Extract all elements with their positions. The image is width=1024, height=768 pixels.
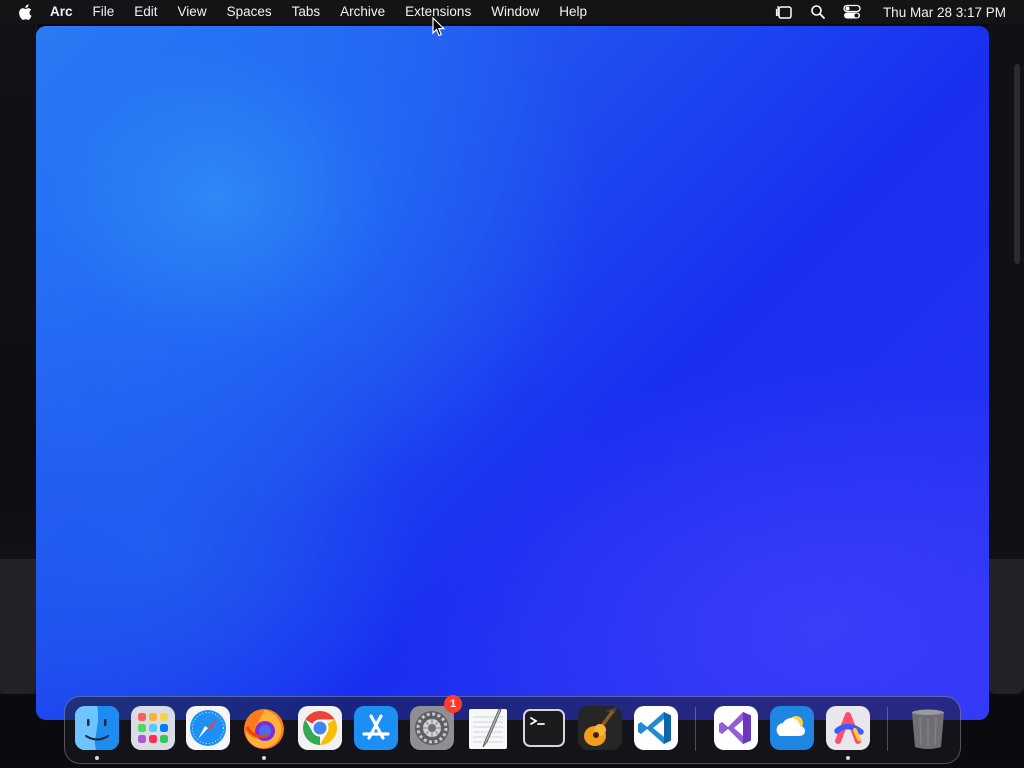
arc-icon <box>826 706 870 750</box>
menu-view[interactable]: View <box>168 0 217 24</box>
dock-safari[interactable] <box>185 705 231 751</box>
background-window-right <box>988 24 1024 694</box>
apple-menu-icon[interactable] <box>18 3 34 21</box>
menu-edit[interactable]: Edit <box>124 0 167 24</box>
menu-spaces[interactable]: Spaces <box>217 0 282 24</box>
launchpad-icon <box>131 706 175 750</box>
dock-chrome[interactable] <box>297 705 343 751</box>
dock-launchpad[interactable] <box>130 705 176 751</box>
dock-textedit[interactable] <box>465 705 511 751</box>
dock-visual-studio[interactable] <box>713 705 759 751</box>
dock-firefox[interactable] <box>241 705 287 760</box>
menu-bar: Arc File Edit View Spaces Tabs Archive E… <box>0 0 1024 24</box>
dock-weather[interactable] <box>769 705 815 751</box>
running-indicator <box>262 756 266 760</box>
textedit-icon <box>469 708 507 749</box>
dock-arc[interactable] <box>825 705 871 760</box>
running-indicator <box>95 756 99 760</box>
vscode-icon <box>634 706 678 750</box>
app-store-icon <box>354 706 398 750</box>
menu-help[interactable]: Help <box>549 0 597 24</box>
garageband-icon <box>578 706 622 750</box>
dock-separator <box>887 707 888 751</box>
menu-file[interactable]: File <box>83 0 125 24</box>
safari-icon <box>186 706 230 750</box>
chrome-icon <box>298 706 342 750</box>
mouse-cursor-icon <box>432 17 446 37</box>
menu-tabs[interactable]: Tabs <box>282 0 331 24</box>
search-icon[interactable] <box>809 4 827 20</box>
control-center-icon[interactable] <box>843 4 861 20</box>
dock-terminal[interactable] <box>521 705 567 751</box>
stage-manager-icon[interactable] <box>775 4 793 20</box>
running-indicator <box>846 756 850 760</box>
dock-separator <box>695 707 696 751</box>
weather-icon <box>770 706 814 750</box>
arc-browser-window[interactable] <box>36 26 989 720</box>
dock-vscode[interactable] <box>633 705 679 751</box>
firefox-icon <box>244 709 284 749</box>
dock-garageband[interactable] <box>577 705 623 751</box>
notification-badge: 1 <box>444 695 462 713</box>
menu-app-name[interactable]: Arc <box>48 0 83 24</box>
trash-icon <box>912 709 944 749</box>
visual-studio-icon <box>714 706 758 750</box>
dock: 1 <box>64 695 961 764</box>
dock-trash[interactable] <box>905 705 951 751</box>
dock-app-store[interactable] <box>353 705 399 751</box>
menu-bar-clock[interactable]: Thu Mar 28 3:17 PM <box>883 5 1006 20</box>
terminal-icon <box>523 709 565 747</box>
menu-window[interactable]: Window <box>481 0 549 24</box>
finder-icon <box>75 706 119 750</box>
menu-archive[interactable]: Archive <box>330 0 395 24</box>
dock-finder[interactable] <box>74 705 120 760</box>
background-window-left <box>0 24 37 694</box>
dock-system-settings[interactable]: 1 <box>409 695 462 751</box>
